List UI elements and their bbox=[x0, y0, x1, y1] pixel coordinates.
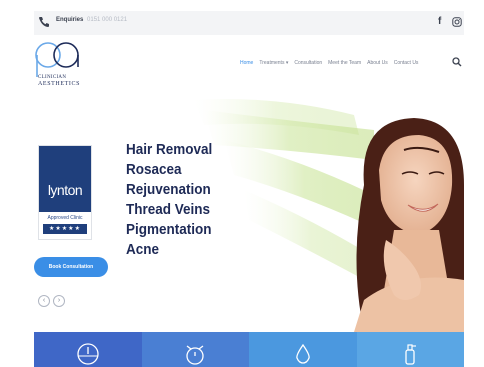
nav-home[interactable]: Home bbox=[240, 60, 253, 66]
hero-background bbox=[194, 99, 464, 332]
alarm-icon bbox=[186, 345, 204, 365]
nav-contact-us[interactable]: Contact Us bbox=[394, 60, 419, 66]
drop-icon bbox=[295, 343, 310, 364]
logo-subtitle: CLINICIAN bbox=[38, 75, 67, 80]
treatment-item: Hair Removal bbox=[126, 141, 213, 158]
treatment-list: Hair Removal Rosacea Rejuvenation Thread… bbox=[126, 140, 212, 260]
rating-stars: ★★★★★ bbox=[43, 224, 87, 234]
approved-clinic-label: Approved Clinic bbox=[47, 215, 83, 221]
book-consultation-button[interactable]: Book Consultation bbox=[34, 257, 108, 277]
feature-tile-4[interactable] bbox=[356, 332, 464, 367]
nav-treatments[interactable]: Treatments ▾ bbox=[259, 60, 288, 66]
enquiries-label: Enquiries bbox=[56, 17, 84, 23]
lynton-badge: lynton Approved Clinic ★★★★★ bbox=[38, 145, 92, 240]
treatment-item: Acne bbox=[126, 241, 160, 258]
facebook-icon[interactable]: f bbox=[438, 16, 441, 27]
nav-consultation[interactable]: Consultation bbox=[294, 60, 322, 66]
phone-number[interactable]: 0151 000 0121 bbox=[87, 17, 127, 23]
nav-about-us[interactable]: About Us bbox=[367, 60, 388, 66]
feature-tile-3[interactable] bbox=[249, 332, 357, 367]
phone-icon bbox=[39, 17, 49, 27]
instagram-icon[interactable] bbox=[452, 17, 462, 27]
lynton-wordmark: lynton bbox=[47, 182, 83, 198]
treatment-item: Rosacea bbox=[126, 161, 182, 178]
logo-title: AESTHETICS bbox=[38, 81, 80, 87]
clock-icon bbox=[77, 343, 99, 365]
main-nav: Home Treatments ▾ Consultation Meet the … bbox=[240, 60, 418, 66]
enquiries-text[interactable]: Enquiries 0151 000 0121 bbox=[56, 17, 127, 23]
spray-icon bbox=[405, 344, 417, 365]
feature-tile-2[interactable] bbox=[141, 332, 249, 367]
feature-tiles bbox=[34, 332, 464, 367]
nav-meet-the-team[interactable]: Meet the Team bbox=[328, 60, 361, 66]
treatment-item: Rejuvenation bbox=[126, 181, 211, 198]
hero-slider: lynton Approved Clinic ★★★★★ Hair Remova… bbox=[34, 90, 464, 332]
slider-next-icon[interactable]: › bbox=[53, 295, 65, 307]
site-header: CLINICIAN AESTHETICS Home Treatments ▾ C… bbox=[34, 35, 464, 91]
treatment-item: Pigmentation bbox=[126, 221, 212, 238]
lynton-badge-header bbox=[39, 146, 91, 212]
treatment-item: Thread Veins bbox=[126, 201, 211, 218]
search-icon[interactable] bbox=[452, 57, 462, 67]
slider-prev-icon[interactable]: ‹ bbox=[38, 295, 50, 307]
top-bar: Enquiries 0151 000 0121 f bbox=[34, 11, 464, 35]
feature-tile-1[interactable] bbox=[34, 332, 142, 367]
